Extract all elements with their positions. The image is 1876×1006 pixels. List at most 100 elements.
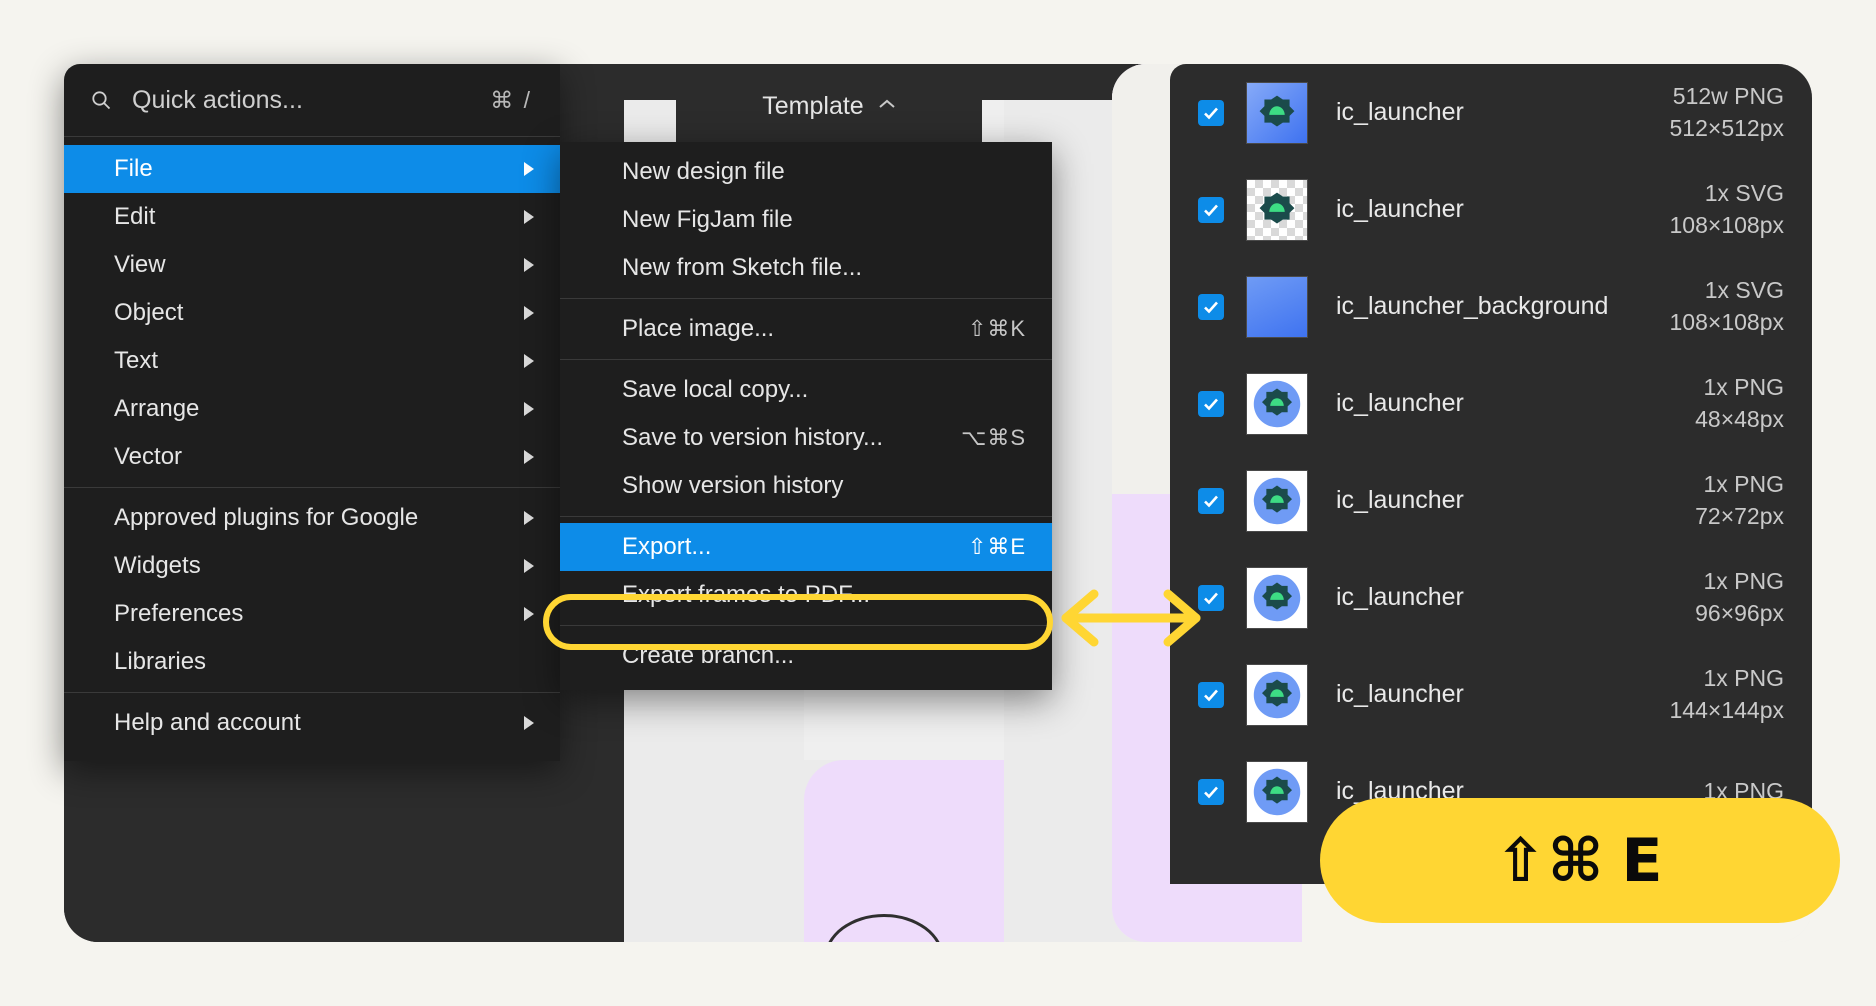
menu-item-vector[interactable]: Vector [64, 433, 560, 481]
asset-thumbnail [1246, 82, 1308, 144]
quick-actions-search[interactable]: Quick actions... ⌘ / [64, 64, 560, 136]
asset-thumbnail [1246, 276, 1308, 338]
table-row[interactable]: ic_launcher 512w PNG 512×512px [1170, 64, 1812, 161]
menu-item-approved-plugins[interactable]: Approved plugins for Google [64, 494, 560, 542]
main-menu[interactable]: Quick actions... ⌘ / File Edit View Obje… [64, 64, 560, 761]
asset-meta: 1x PNG 96×96px [1695, 566, 1784, 628]
asset-thumbnail [1246, 373, 1308, 435]
asset-scale: 1x PNG [1695, 469, 1784, 500]
submenu-arrow-icon [524, 511, 534, 525]
submenu-item-export-frames-to-pdf[interactable]: Export frames to PDF... [560, 571, 1052, 619]
submenu-arrow-icon [524, 607, 534, 621]
asset-size: 144×144px [1670, 695, 1784, 726]
quick-actions-shortcut: ⌘ / [490, 87, 532, 114]
submenu-item-label: Export frames to PDF... [622, 581, 996, 609]
submenu-item-label: Save to version history... [622, 424, 931, 452]
template-dropdown[interactable]: Template [676, 64, 982, 148]
submenu-arrow-icon [524, 450, 534, 464]
menu-item-label: Preferences [114, 600, 508, 628]
menu-item-widgets[interactable]: Widgets [64, 542, 560, 590]
asset-meta: 512w PNG 512×512px [1670, 81, 1784, 143]
asset-size: 512×512px [1670, 113, 1784, 144]
menu-divider [64, 692, 560, 693]
template-label: Template [762, 92, 863, 121]
asset-scale: 1x SVG [1670, 275, 1784, 306]
asset-scale: 1x PNG [1695, 372, 1784, 403]
table-row[interactable]: ic_launcher 1x PNG 96×96px [1170, 549, 1812, 646]
checkbox-checked-icon[interactable] [1198, 294, 1224, 320]
checkbox-checked-icon[interactable] [1198, 779, 1224, 805]
checkbox-checked-icon[interactable] [1198, 488, 1224, 514]
asset-scale: 1x SVG [1670, 178, 1784, 209]
asset-meta: 1x SVG 108×108px [1670, 178, 1784, 240]
asset-scale: 512w PNG [1670, 81, 1784, 112]
table-row[interactable]: ic_launcher 1x PNG 72×72px [1170, 452, 1812, 549]
menu-item-file[interactable]: File [64, 145, 560, 193]
menu-item-view[interactable]: View [64, 241, 560, 289]
submenu-item-new-design-file[interactable]: New design file [560, 148, 1052, 196]
menu-item-label: Vector [114, 443, 508, 471]
asset-thumbnail [1246, 470, 1308, 532]
asset-scale: 1x PNG [1695, 566, 1784, 597]
double-headed-arrow-icon [1046, 578, 1216, 658]
submenu-item-new-figjam-file[interactable]: New FigJam file [560, 196, 1052, 244]
submenu-divider [560, 516, 1052, 517]
submenu-arrow-icon [524, 716, 534, 730]
submenu-arrow-icon [524, 162, 534, 176]
menu-item-text[interactable]: Text [64, 337, 560, 385]
artboard-purple [804, 760, 1004, 942]
asset-thumbnail [1246, 567, 1308, 629]
menu-item-label: Arrange [114, 395, 508, 423]
asset-size: 48×48px [1695, 404, 1784, 435]
menu-item-preferences[interactable]: Preferences [64, 590, 560, 638]
asset-name: ic_launcher [1336, 389, 1695, 418]
checkbox-checked-icon[interactable] [1198, 391, 1224, 417]
table-row[interactable]: ic_launcher 1x PNG 48×48px [1170, 355, 1812, 452]
submenu-item-label: Show version history [622, 472, 996, 500]
menu-item-libraries[interactable]: Libraries [64, 638, 560, 686]
export-asset-list[interactable]: ic_launcher 512w PNG 512×512px ic_lau [1170, 64, 1812, 884]
submenu-arrow-icon [524, 258, 534, 272]
asset-thumbnail [1246, 761, 1308, 823]
screenshot-root: e color -3950 2650 -2300 2250 Components [0, 0, 1876, 1006]
asset-name: ic_launcher [1336, 583, 1695, 612]
table-row[interactable]: ic_launcher_background 1x SVG 108×108px [1170, 258, 1812, 355]
submenu-item-show-version-history[interactable]: Show version history [560, 462, 1052, 510]
menu-item-label: Edit [114, 203, 508, 231]
submenu-item-new-from-sketch-file[interactable]: New from Sketch file... [560, 244, 1052, 292]
asset-meta: 1x PNG 48×48px [1695, 372, 1784, 434]
menu-item-edit[interactable]: Edit [64, 193, 560, 241]
submenu-divider [560, 298, 1052, 299]
submenu-item-label: Export... [622, 533, 938, 561]
table-row[interactable]: ic_launcher 1x PNG 144×144px [1170, 646, 1812, 743]
file-submenu[interactable]: New design file New FigJam file New from… [560, 142, 1052, 690]
asset-size: 72×72px [1695, 501, 1784, 532]
checkbox-checked-icon[interactable] [1198, 682, 1224, 708]
asset-thumbnail [1246, 179, 1308, 241]
asset-name: ic_launcher [1336, 195, 1670, 224]
checkbox-checked-icon[interactable] [1198, 100, 1224, 126]
submenu-item-create-branch[interactable]: Create branch... [560, 632, 1052, 680]
submenu-item-save-to-version-history[interactable]: Save to version history... ⌥⌘S [560, 414, 1052, 462]
asset-meta: 1x PNG 72×72px [1695, 469, 1784, 531]
submenu-item-shortcut: ⇧⌘K [938, 316, 1026, 342]
asset-thumbnail [1246, 664, 1308, 726]
asset-name: ic_launcher_background [1336, 292, 1670, 321]
submenu-item-save-local-copy[interactable]: Save local copy... [560, 366, 1052, 414]
submenu-item-place-image[interactable]: Place image... ⇧⌘K [560, 305, 1052, 353]
submenu-item-label: Save local copy... [622, 376, 996, 404]
submenu-item-export[interactable]: Export... ⇧⌘E [560, 523, 1052, 571]
table-row[interactable]: ic_launcher 1x SVG 108×108px [1170, 161, 1812, 258]
asset-size: 108×108px [1670, 307, 1784, 338]
submenu-arrow-icon [524, 210, 534, 224]
search-icon [90, 89, 112, 111]
menu-item-help-and-account[interactable]: Help and account [64, 699, 560, 747]
e-key-glyph: E [1621, 826, 1664, 896]
menu-item-object[interactable]: Object [64, 289, 560, 337]
submenu-item-label: New FigJam file [622, 206, 996, 234]
checkbox-checked-icon[interactable] [1198, 197, 1224, 223]
menu-item-arrange[interactable]: Arrange [64, 385, 560, 433]
menu-item-label: Widgets [114, 552, 508, 580]
menu-item-label: Help and account [114, 709, 508, 737]
submenu-item-label: Create branch... [622, 642, 996, 670]
